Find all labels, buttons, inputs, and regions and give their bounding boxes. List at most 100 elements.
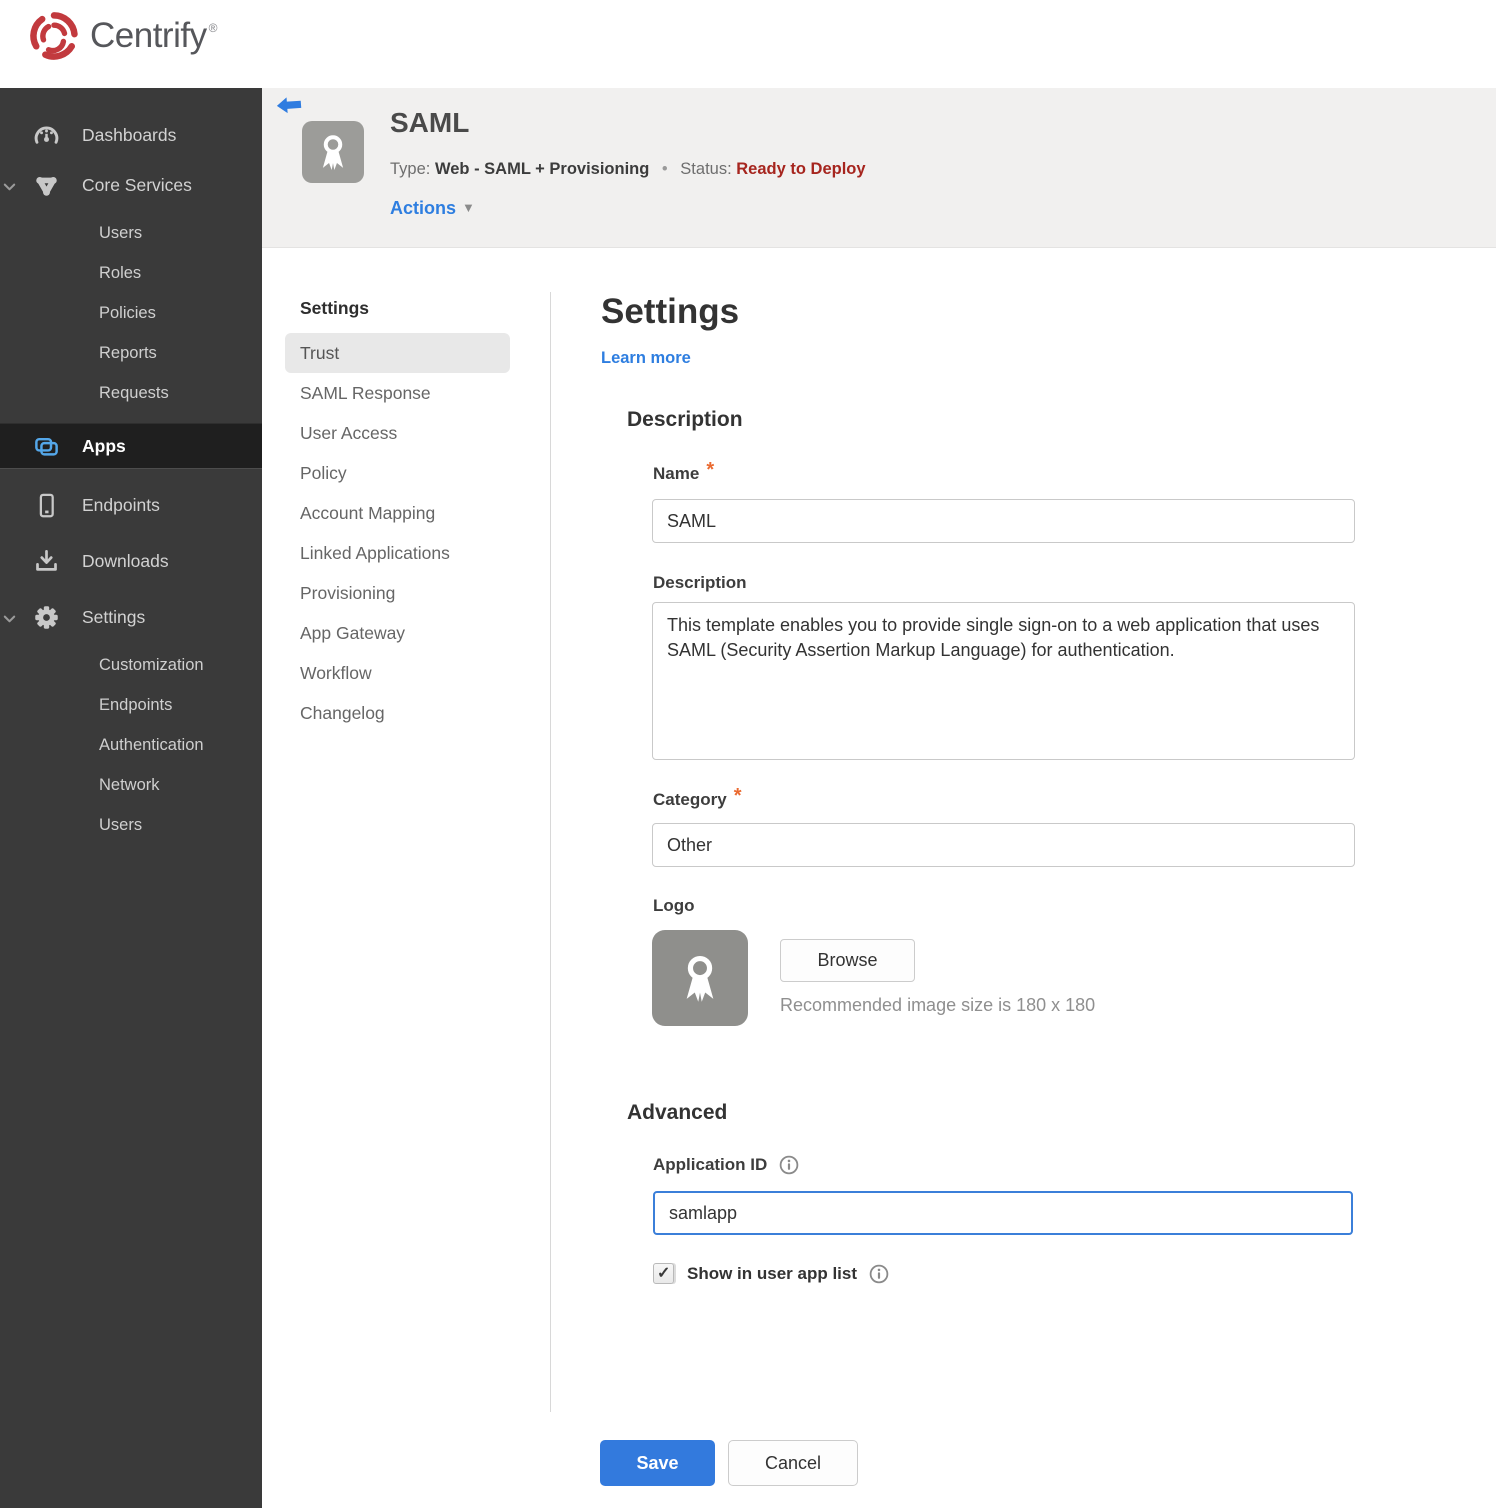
learn-more-link[interactable]: Learn more — [601, 349, 691, 368]
app-header: SAML Type: Web - SAML + Provisioning • S… — [262, 88, 1496, 248]
sidebar-item-label: Network — [99, 775, 160, 794]
category-input[interactable] — [652, 823, 1355, 867]
description-label: Description — [653, 573, 747, 592]
sidebar-item-downloads[interactable]: Downloads — [0, 533, 262, 589]
topbar: Centrify ® — [0, 0, 1496, 88]
advanced-section-title: Advanced — [627, 1101, 728, 1124]
brand-logo[interactable]: Centrify ® — [28, 10, 217, 62]
sidebar-item-authentication[interactable]: Authentication — [0, 725, 262, 765]
sidebar-item-label: Policies — [99, 303, 156, 322]
subnav-item-trust[interactable]: Trust — [285, 333, 510, 373]
sidebar-item-users[interactable]: Users — [0, 213, 262, 253]
info-icon[interactable] — [869, 1264, 889, 1284]
sidebar-item-label: Requests — [99, 383, 169, 402]
logo-label: Logo — [653, 896, 695, 915]
meta-separator: • — [661, 160, 668, 178]
page-root: Centrify ® Dashboards Core Services User… — [0, 0, 1496, 1508]
sidebar-item-label: Endpoints — [82, 494, 160, 515]
sidebar: Dashboards Core Services Users Roles Pol… — [0, 88, 262, 1508]
apps-icon — [33, 433, 60, 460]
sidebar-item-label: Customization — [99, 655, 204, 674]
cancel-button[interactable]: Cancel — [728, 1440, 858, 1486]
sidebar-item-settings[interactable]: Settings — [0, 589, 262, 645]
sidebar-item-label: Roles — [99, 263, 142, 282]
sidebar-item-label: Authentication — [99, 735, 204, 754]
sidebar-item-core-services[interactable]: Core Services — [0, 157, 262, 213]
back-arrow-icon — [276, 97, 302, 114]
chevron-down-icon — [2, 178, 17, 193]
subnav-item-provisioning[interactable]: Provisioning — [285, 573, 510, 613]
sidebar-item-label: Core Services — [82, 174, 192, 195]
required-asterisk: * — [733, 785, 742, 807]
sidebar-item-label: Apps — [82, 435, 126, 456]
gear-icon — [33, 604, 60, 631]
page-title: Settings — [601, 292, 740, 331]
brand-trademark: ® — [208, 21, 218, 35]
sidebar-item-settings-endpoints[interactable]: Endpoints — [0, 685, 262, 725]
app-logo — [302, 121, 364, 183]
chevron-down-icon — [2, 610, 17, 625]
sidebar-item-label: Endpoints — [99, 695, 173, 714]
sidebar-item-policies[interactable]: Policies — [0, 293, 262, 333]
subnav-item-saml-response[interactable]: SAML Response — [285, 373, 510, 413]
type-value: Web - SAML + Provisioning — [434, 160, 650, 178]
sidebar-item-apps[interactable]: Apps — [0, 423, 262, 469]
show-in-app-list-checkbox[interactable] — [653, 1263, 674, 1284]
sidebar-item-requests[interactable]: Requests — [0, 373, 262, 413]
back-button[interactable] — [276, 95, 302, 117]
actions-label: Actions — [390, 198, 457, 218]
sidebar-item-network[interactable]: Network — [0, 765, 262, 805]
endpoint-device-icon — [33, 492, 60, 519]
logo-preview — [652, 930, 748, 1026]
required-asterisk: * — [706, 459, 715, 481]
sidebar-item-endpoints[interactable]: Endpoints — [0, 477, 262, 533]
core-services-icon — [33, 172, 60, 199]
type-label: Type: — [390, 160, 431, 178]
sidebar-item-label: Settings — [82, 606, 146, 627]
logo-size-hint: Recommended image size is 180 x 180 — [780, 995, 1096, 1015]
sidebar-item-customization[interactable]: Customization — [0, 645, 262, 685]
dashboard-icon — [33, 122, 60, 149]
sidebar-item-roles[interactable]: Roles — [0, 253, 262, 293]
subnav-item-changelog[interactable]: Changelog — [285, 693, 510, 733]
status-label: Status: — [680, 160, 732, 178]
app-title: SAML — [390, 107, 470, 138]
category-label: Category * — [653, 785, 742, 809]
subnav-item-app-gateway[interactable]: App Gateway — [285, 613, 510, 653]
sidebar-item-label: Dashboards — [82, 124, 177, 145]
subnav-item-linked-applications[interactable]: Linked Applications — [285, 533, 510, 573]
centrify-logo-icon — [28, 10, 80, 62]
app-subnav: Settings Trust SAML Response User Access… — [285, 292, 510, 733]
brand-name: Centrify — [90, 16, 207, 55]
info-icon[interactable] — [779, 1155, 799, 1175]
ribbon-icon — [686, 955, 714, 1002]
subnav-item-workflow[interactable]: Workflow — [285, 653, 510, 693]
show-in-app-list-row: Show in user app list — [653, 1263, 889, 1284]
name-label: Name * — [653, 459, 715, 483]
save-button[interactable]: Save — [600, 1440, 715, 1486]
sidebar-item-label: Downloads — [82, 550, 169, 571]
sidebar-item-dashboards[interactable]: Dashboards — [0, 113, 262, 157]
subnav-item-user-access[interactable]: User Access — [285, 413, 510, 453]
description-section-title: Description — [627, 408, 743, 431]
caret-down-icon: ▼ — [462, 200, 475, 215]
vertical-divider — [550, 292, 551, 1412]
ribbon-icon — [322, 135, 344, 171]
name-input[interactable] — [652, 499, 1355, 543]
subnav-item-policy[interactable]: Policy — [285, 453, 510, 493]
show-in-app-list-label: Show in user app list — [687, 1263, 858, 1283]
sidebar-item-reports[interactable]: Reports — [0, 333, 262, 373]
subnav-section-title: Settings — [300, 298, 370, 318]
app-meta-line: Type: Web - SAML + Provisioning • Status… — [390, 160, 866, 179]
sidebar-item-label: Users — [99, 223, 143, 242]
browse-button[interactable]: Browse — [780, 939, 915, 982]
application-id-input[interactable] — [653, 1191, 1353, 1235]
actions-menu-button[interactable]: Actions ▼ — [390, 198, 475, 219]
description-textarea[interactable]: This template enables you to provide sin… — [652, 602, 1355, 760]
sidebar-item-label: Users — [99, 815, 143, 834]
application-id-label: Application ID — [653, 1155, 799, 1175]
sidebar-item-settings-users[interactable]: Users — [0, 805, 262, 845]
status-value: Ready to Deploy — [736, 160, 866, 178]
subnav-item-account-mapping[interactable]: Account Mapping — [285, 493, 510, 533]
download-icon — [33, 548, 60, 575]
